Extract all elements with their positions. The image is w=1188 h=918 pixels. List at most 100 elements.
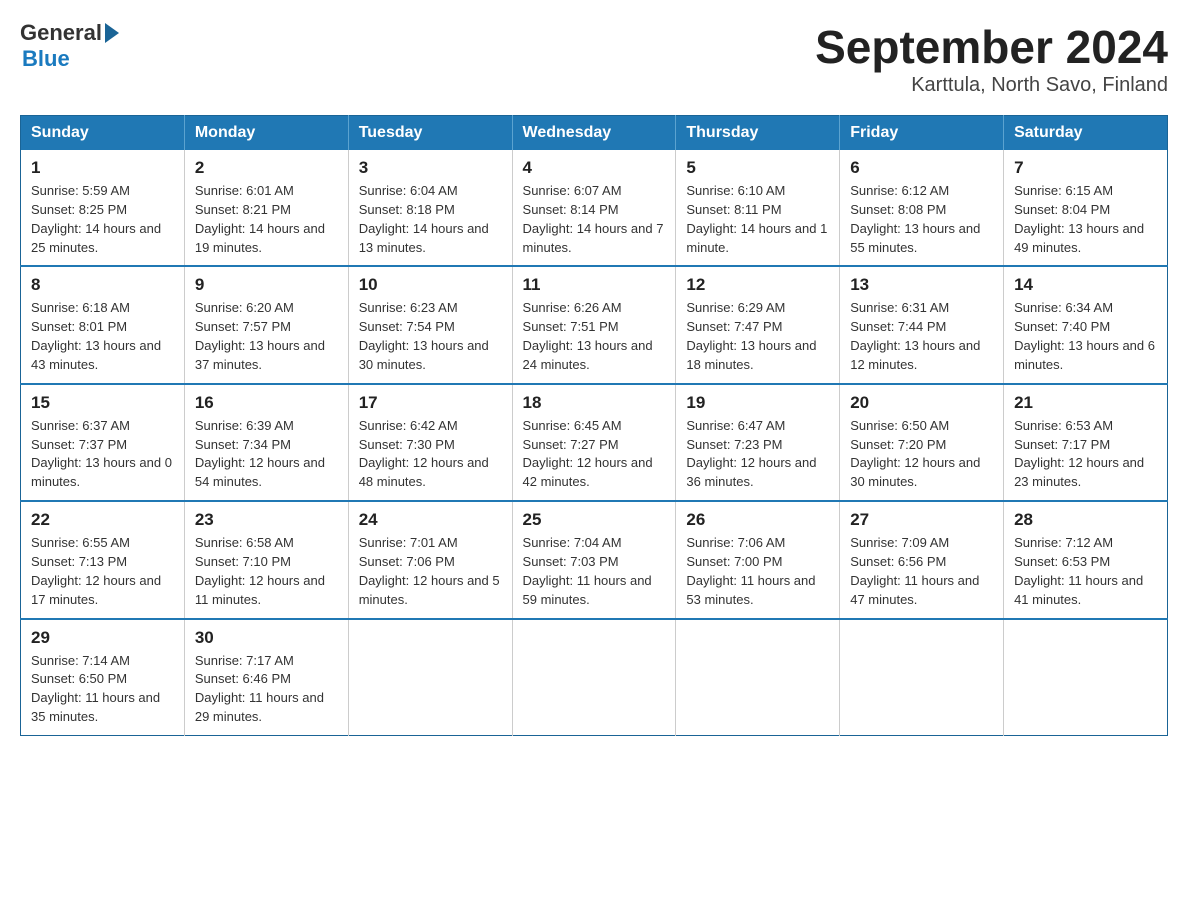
day-number: 22: [31, 510, 174, 530]
day-of-week-header: Monday: [184, 116, 348, 151]
logo: General Blue: [20, 20, 119, 72]
day-number: 24: [359, 510, 502, 530]
calendar-header-row: SundayMondayTuesdayWednesdayThursdayFrid…: [21, 116, 1168, 151]
day-number: 17: [359, 393, 502, 413]
day-info: Sunrise: 6:37 AMSunset: 7:37 PMDaylight:…: [31, 418, 172, 490]
day-number: 29: [31, 628, 174, 648]
day-info: Sunrise: 6:39 AMSunset: 7:34 PMDaylight:…: [195, 418, 325, 490]
day-number: 10: [359, 275, 502, 295]
day-of-week-header: Thursday: [676, 116, 840, 151]
day-info: Sunrise: 7:17 AMSunset: 6:46 PMDaylight:…: [195, 653, 324, 725]
day-info: Sunrise: 6:34 AMSunset: 7:40 PMDaylight:…: [1014, 300, 1155, 372]
calendar-cell: 21 Sunrise: 6:53 AMSunset: 7:17 PMDaylig…: [1004, 384, 1168, 501]
calendar-cell: 10 Sunrise: 6:23 AMSunset: 7:54 PMDaylig…: [348, 266, 512, 383]
day-info: Sunrise: 7:14 AMSunset: 6:50 PMDaylight:…: [31, 653, 160, 725]
day-info: Sunrise: 6:31 AMSunset: 7:44 PMDaylight:…: [850, 300, 980, 372]
day-number: 30: [195, 628, 338, 648]
calendar-cell: 9 Sunrise: 6:20 AMSunset: 7:57 PMDayligh…: [184, 266, 348, 383]
calendar-week-row: 15 Sunrise: 6:37 AMSunset: 7:37 PMDaylig…: [21, 384, 1168, 501]
calendar-title: September 2024: [815, 20, 1168, 74]
day-info: Sunrise: 7:09 AMSunset: 6:56 PMDaylight:…: [850, 535, 979, 607]
calendar-subtitle: Karttula, North Savo, Finland: [815, 74, 1168, 97]
calendar-cell: 16 Sunrise: 6:39 AMSunset: 7:34 PMDaylig…: [184, 384, 348, 501]
day-info: Sunrise: 6:07 AMSunset: 8:14 PMDaylight:…: [523, 183, 664, 255]
day-info: Sunrise: 6:53 AMSunset: 7:17 PMDaylight:…: [1014, 418, 1144, 490]
title-block: September 2024 Karttula, North Savo, Fin…: [815, 20, 1168, 97]
day-number: 13: [850, 275, 993, 295]
calendar-week-row: 1 Sunrise: 5:59 AMSunset: 8:25 PMDayligh…: [21, 150, 1168, 266]
day-of-week-header: Saturday: [1004, 116, 1168, 151]
day-number: 7: [1014, 158, 1157, 178]
day-number: 16: [195, 393, 338, 413]
calendar-cell: [676, 619, 840, 736]
calendar-cell: 5 Sunrise: 6:10 AMSunset: 8:11 PMDayligh…: [676, 150, 840, 266]
day-number: 5: [686, 158, 829, 178]
day-info: Sunrise: 6:26 AMSunset: 7:51 PMDaylight:…: [523, 300, 653, 372]
calendar-cell: 19 Sunrise: 6:47 AMSunset: 7:23 PMDaylig…: [676, 384, 840, 501]
day-number: 18: [523, 393, 666, 413]
day-number: 11: [523, 275, 666, 295]
day-info: Sunrise: 6:18 AMSunset: 8:01 PMDaylight:…: [31, 300, 161, 372]
calendar-cell: 30 Sunrise: 7:17 AMSunset: 6:46 PMDaylig…: [184, 619, 348, 736]
day-number: 9: [195, 275, 338, 295]
calendar-week-row: 22 Sunrise: 6:55 AMSunset: 7:13 PMDaylig…: [21, 501, 1168, 618]
calendar-cell: 26 Sunrise: 7:06 AMSunset: 7:00 PMDaylig…: [676, 501, 840, 618]
day-number: 14: [1014, 275, 1157, 295]
calendar-cell: 6 Sunrise: 6:12 AMSunset: 8:08 PMDayligh…: [840, 150, 1004, 266]
day-info: Sunrise: 6:01 AMSunset: 8:21 PMDaylight:…: [195, 183, 325, 255]
day-of-week-header: Friday: [840, 116, 1004, 151]
day-info: Sunrise: 6:12 AMSunset: 8:08 PMDaylight:…: [850, 183, 980, 255]
calendar-cell: 27 Sunrise: 7:09 AMSunset: 6:56 PMDaylig…: [840, 501, 1004, 618]
day-info: Sunrise: 7:12 AMSunset: 6:53 PMDaylight:…: [1014, 535, 1143, 607]
calendar-cell: 20 Sunrise: 6:50 AMSunset: 7:20 PMDaylig…: [840, 384, 1004, 501]
calendar-cell: 12 Sunrise: 6:29 AMSunset: 7:47 PMDaylig…: [676, 266, 840, 383]
calendar-cell: [348, 619, 512, 736]
day-info: Sunrise: 6:42 AMSunset: 7:30 PMDaylight:…: [359, 418, 489, 490]
day-info: Sunrise: 6:47 AMSunset: 7:23 PMDaylight:…: [686, 418, 816, 490]
day-info: Sunrise: 6:20 AMSunset: 7:57 PMDaylight:…: [195, 300, 325, 372]
logo-general-text: General: [20, 20, 102, 46]
calendar-cell: 24 Sunrise: 7:01 AMSunset: 7:06 PMDaylig…: [348, 501, 512, 618]
day-info: Sunrise: 5:59 AMSunset: 8:25 PMDaylight:…: [31, 183, 161, 255]
day-of-week-header: Sunday: [21, 116, 185, 151]
day-info: Sunrise: 6:23 AMSunset: 7:54 PMDaylight:…: [359, 300, 489, 372]
calendar-cell: 25 Sunrise: 7:04 AMSunset: 7:03 PMDaylig…: [512, 501, 676, 618]
calendar-table: SundayMondayTuesdayWednesdayThursdayFrid…: [20, 115, 1168, 736]
calendar-cell: 8 Sunrise: 6:18 AMSunset: 8:01 PMDayligh…: [21, 266, 185, 383]
calendar-cell: [1004, 619, 1168, 736]
day-number: 20: [850, 393, 993, 413]
calendar-cell: 23 Sunrise: 6:58 AMSunset: 7:10 PMDaylig…: [184, 501, 348, 618]
calendar-cell: 17 Sunrise: 6:42 AMSunset: 7:30 PMDaylig…: [348, 384, 512, 501]
calendar-cell: 4 Sunrise: 6:07 AMSunset: 8:14 PMDayligh…: [512, 150, 676, 266]
day-info: Sunrise: 6:10 AMSunset: 8:11 PMDaylight:…: [686, 183, 827, 255]
calendar-cell: [840, 619, 1004, 736]
day-number: 27: [850, 510, 993, 530]
day-number: 28: [1014, 510, 1157, 530]
day-of-week-header: Tuesday: [348, 116, 512, 151]
day-info: Sunrise: 6:55 AMSunset: 7:13 PMDaylight:…: [31, 535, 161, 607]
calendar-cell: 18 Sunrise: 6:45 AMSunset: 7:27 PMDaylig…: [512, 384, 676, 501]
calendar-cell: 3 Sunrise: 6:04 AMSunset: 8:18 PMDayligh…: [348, 150, 512, 266]
day-number: 6: [850, 158, 993, 178]
day-info: Sunrise: 7:04 AMSunset: 7:03 PMDaylight:…: [523, 535, 652, 607]
calendar-week-row: 29 Sunrise: 7:14 AMSunset: 6:50 PMDaylig…: [21, 619, 1168, 736]
day-info: Sunrise: 7:06 AMSunset: 7:00 PMDaylight:…: [686, 535, 815, 607]
calendar-cell: 7 Sunrise: 6:15 AMSunset: 8:04 PMDayligh…: [1004, 150, 1168, 266]
calendar-cell: 13 Sunrise: 6:31 AMSunset: 7:44 PMDaylig…: [840, 266, 1004, 383]
calendar-cell: 11 Sunrise: 6:26 AMSunset: 7:51 PMDaylig…: [512, 266, 676, 383]
page-header: General Blue September 2024 Karttula, No…: [20, 20, 1168, 97]
day-info: Sunrise: 6:29 AMSunset: 7:47 PMDaylight:…: [686, 300, 816, 372]
day-number: 3: [359, 158, 502, 178]
day-info: Sunrise: 6:58 AMSunset: 7:10 PMDaylight:…: [195, 535, 325, 607]
day-number: 26: [686, 510, 829, 530]
calendar-cell: 28 Sunrise: 7:12 AMSunset: 6:53 PMDaylig…: [1004, 501, 1168, 618]
calendar-cell: 2 Sunrise: 6:01 AMSunset: 8:21 PMDayligh…: [184, 150, 348, 266]
day-number: 19: [686, 393, 829, 413]
day-number: 15: [31, 393, 174, 413]
day-number: 2: [195, 158, 338, 178]
day-number: 23: [195, 510, 338, 530]
calendar-cell: 29 Sunrise: 7:14 AMSunset: 6:50 PMDaylig…: [21, 619, 185, 736]
logo-blue-text: Blue: [22, 46, 70, 72]
logo-arrow-icon: [105, 23, 119, 43]
calendar-cell: 1 Sunrise: 5:59 AMSunset: 8:25 PMDayligh…: [21, 150, 185, 266]
